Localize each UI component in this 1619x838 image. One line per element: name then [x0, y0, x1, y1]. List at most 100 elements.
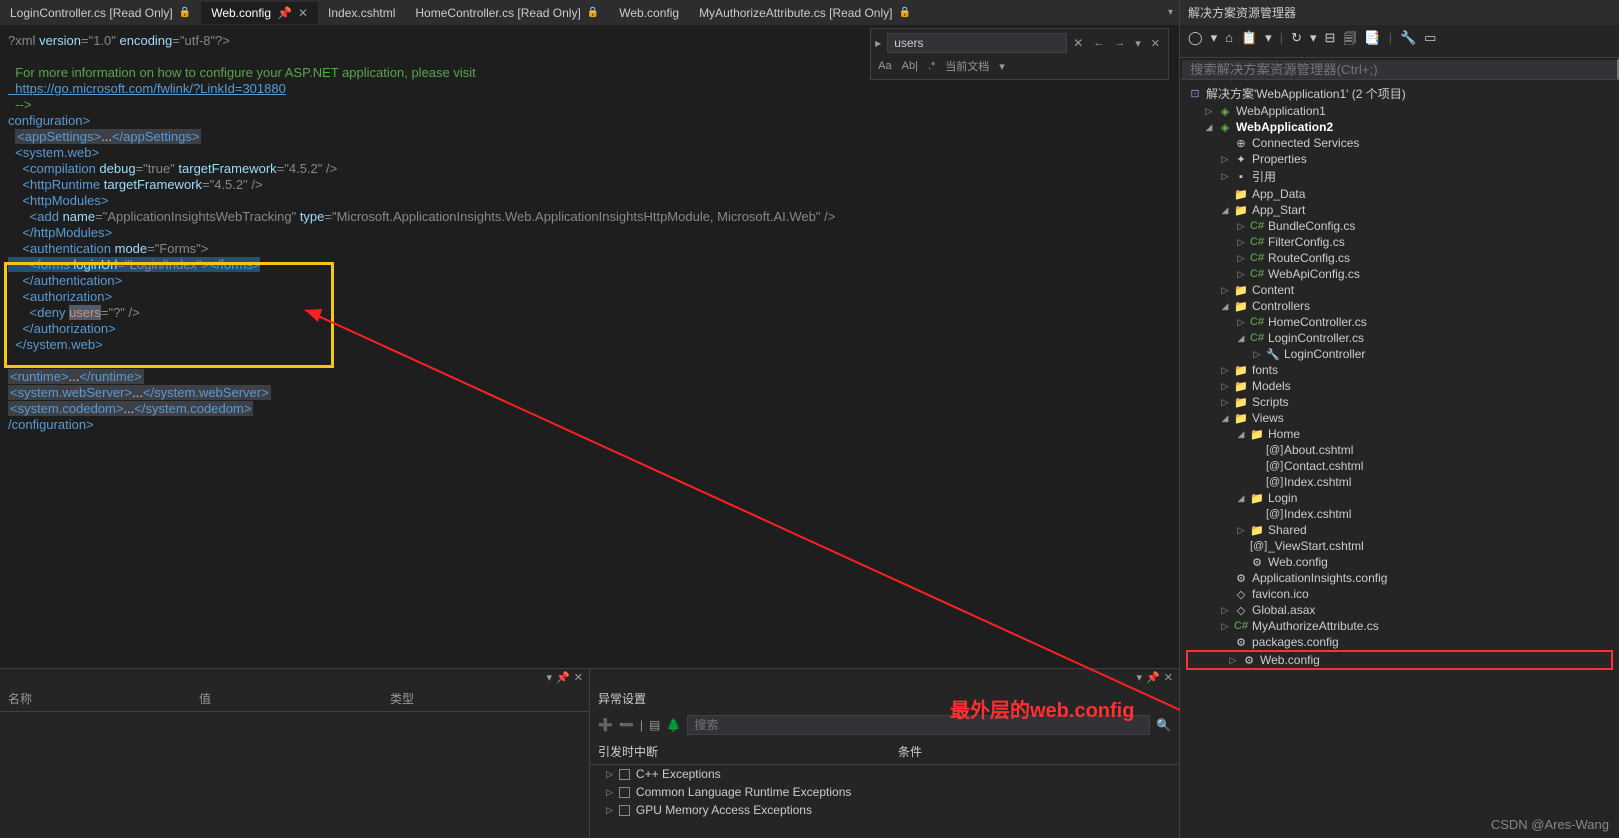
- tree-item-3[interactable]: ▷✦Properties: [1180, 151, 1619, 167]
- panel-dropdown-icon[interactable]: ▾: [1137, 671, 1143, 684]
- scope-dropdown-icon[interactable]: ▾: [996, 59, 1008, 74]
- tab-4[interactable]: Web.config: [609, 2, 689, 24]
- tree-item-34[interactable]: ▷⚙Web.config: [1188, 652, 1611, 668]
- tab-1[interactable]: Web.config📌✕: [201, 2, 318, 24]
- find-close-icon[interactable]: ✕: [1147, 35, 1164, 52]
- search-scope[interactable]: 当前文档: [942, 57, 992, 75]
- view-icon[interactable]: ▭: [1422, 29, 1438, 53]
- expand-icon[interactable]: ◢: [1236, 429, 1246, 440]
- tree-item-27[interactable]: [@]_ViewStart.cshtml: [1180, 538, 1619, 554]
- tree-item-25[interactable]: [@]Index.cshtml: [1180, 506, 1619, 522]
- exception-search[interactable]: [687, 715, 1150, 735]
- tab-5[interactable]: MyAuthorizeAttribute.cs [Read Only]🔒: [689, 2, 921, 24]
- tree-item-22[interactable]: [@]Contact.cshtml: [1180, 458, 1619, 474]
- expand-icon[interactable]: ◢: [1220, 301, 1230, 312]
- expand-icon[interactable]: ▷: [1236, 525, 1246, 536]
- close-icon[interactable]: ✕: [574, 671, 583, 684]
- expand-icon[interactable]: ▷: [1220, 154, 1230, 165]
- tab-dropdown-icon[interactable]: ▾: [1166, 5, 1175, 20]
- expand-icon[interactable]: ◢: [1236, 493, 1246, 504]
- tree-item-8[interactable]: ▷C#FilterConfig.cs: [1180, 234, 1619, 250]
- tree-item-20[interactable]: ◢📁Home: [1180, 426, 1619, 442]
- find-dropdown-icon[interactable]: ▾: [1131, 35, 1145, 52]
- tree-item-2[interactable]: ⊕Connected Services: [1180, 135, 1619, 151]
- tree-item-29[interactable]: ⚙ApplicationInsights.config: [1180, 570, 1619, 586]
- whole-word-icon[interactable]: Ab|: [899, 59, 921, 73]
- refresh-icon[interactable]: ↻: [1289, 29, 1304, 53]
- tree-item-15[interactable]: ▷🔧LoginController: [1180, 346, 1619, 362]
- close-icon[interactable]: ✕: [1164, 671, 1173, 684]
- expand-icon[interactable]: ▷: [1252, 349, 1262, 360]
- sidebar-search[interactable]: [1180, 58, 1619, 80]
- pin-icon[interactable]: 📌: [277, 6, 292, 20]
- expand-icon[interactable]: ▷: [1220, 605, 1230, 616]
- solution-node[interactable]: ⊡解决方案'WebApplication1' (2 个项目): [1180, 84, 1619, 103]
- tab-2[interactable]: Index.cshtml: [318, 2, 405, 24]
- checkbox[interactable]: [619, 787, 630, 798]
- properties-icon[interactable]: 📑: [1362, 29, 1382, 53]
- tree-item-18[interactable]: ▷📁Scripts: [1180, 394, 1619, 410]
- tree-item-17[interactable]: ▷📁Models: [1180, 378, 1619, 394]
- tree-item-5[interactable]: 📁App_Data: [1180, 186, 1619, 202]
- tree-item-9[interactable]: ▷C#RouteConfig.cs: [1180, 250, 1619, 266]
- exception-row-2[interactable]: ▷GPU Memory Access Exceptions: [590, 801, 1179, 819]
- tree-item-14[interactable]: ◢C#LoginController.cs: [1180, 330, 1619, 346]
- close-icon[interactable]: ✕: [298, 6, 308, 20]
- wrench-icon[interactable]: 🔧: [1398, 29, 1418, 53]
- sync-icon[interactable]: 📋: [1239, 29, 1259, 53]
- panel-dropdown-icon[interactable]: ▾: [547, 671, 553, 684]
- tree-item-16[interactable]: ▷📁fonts: [1180, 362, 1619, 378]
- tree-item-28[interactable]: ⚙Web.config: [1180, 554, 1619, 570]
- tree-item-1[interactable]: ◢◈WebApplication2: [1180, 119, 1619, 135]
- pin-icon[interactable]: 📌: [1146, 671, 1160, 684]
- tree-item-24[interactable]: ◢📁Login: [1180, 490, 1619, 506]
- tree-item-6[interactable]: ◢📁App_Start: [1180, 202, 1619, 218]
- collapse-icon[interactable]: ⊟: [1323, 29, 1338, 53]
- expand-icon[interactable]: ▷: [1236, 221, 1246, 232]
- tree-item-7[interactable]: ▷C#BundleConfig.cs: [1180, 218, 1619, 234]
- add-icon[interactable]: ➕: [598, 718, 613, 732]
- clear-icon[interactable]: ✕: [1073, 36, 1083, 50]
- back-icon[interactable]: ◯: [1186, 29, 1205, 53]
- match-case-icon[interactable]: Aa: [875, 59, 894, 73]
- regex-icon[interactable]: .*: [925, 59, 938, 73]
- tree-icon[interactable]: 🌲: [666, 718, 681, 732]
- expand-icon[interactable]: ▸: [875, 36, 881, 50]
- find-input[interactable]: [887, 33, 1067, 53]
- find-next-icon[interactable]: →: [1110, 35, 1129, 52]
- expand-icon[interactable]: ▷: [1220, 365, 1230, 376]
- tree-item-0[interactable]: ▷◈WebApplication1: [1180, 103, 1619, 119]
- home-icon[interactable]: ⌂: [1223, 29, 1235, 53]
- tree-item-31[interactable]: ▷◇Global.asax: [1180, 602, 1619, 618]
- expand-icon[interactable]: ◢: [1220, 413, 1230, 424]
- expand-icon[interactable]: ▷: [1236, 253, 1246, 264]
- tree-item-33[interactable]: ⚙packages.config: [1180, 634, 1619, 650]
- expand-icon[interactable]: ▷: [1228, 655, 1238, 666]
- expand-icon[interactable]: ▷: [606, 805, 613, 816]
- tree-item-23[interactable]: [@]Index.cshtml: [1180, 474, 1619, 490]
- filter-icon[interactable]: ▤: [649, 718, 660, 732]
- exception-row-0[interactable]: ▷C++ Exceptions: [590, 765, 1179, 783]
- expand-icon[interactable]: ▷: [1236, 317, 1246, 328]
- tab-3[interactable]: HomeController.cs [Read Only]🔒: [405, 2, 609, 24]
- fwd-icon[interactable]: ▾: [1209, 29, 1220, 53]
- tree-item-19[interactable]: ◢📁Views: [1180, 410, 1619, 426]
- expand-icon[interactable]: ▷: [1220, 621, 1230, 632]
- expand-icon[interactable]: ▷: [1220, 171, 1230, 182]
- expand-icon[interactable]: ▷: [1220, 397, 1230, 408]
- pin-icon[interactable]: 📌: [556, 671, 570, 684]
- expand-icon[interactable]: ◢: [1220, 205, 1230, 216]
- search-icon[interactable]: 🔍: [1156, 718, 1171, 732]
- tree-item-30[interactable]: ◇favicon.ico: [1180, 586, 1619, 602]
- expand-icon[interactable]: ▷: [1236, 237, 1246, 248]
- tree-item-13[interactable]: ▷C#HomeController.cs: [1180, 314, 1619, 330]
- tree-item-4[interactable]: ▷▪引用: [1180, 167, 1619, 186]
- tab-0[interactable]: LoginController.cs [Read Only]🔒: [0, 2, 201, 24]
- tree-item-21[interactable]: [@]About.cshtml: [1180, 442, 1619, 458]
- expand-icon[interactable]: ▷: [606, 787, 613, 798]
- exception-row-1[interactable]: ▷Common Language Runtime Exceptions: [590, 783, 1179, 801]
- checkbox[interactable]: [619, 805, 630, 816]
- checkbox[interactable]: [619, 769, 630, 780]
- tree-item-11[interactable]: ▷📁Content: [1180, 282, 1619, 298]
- tree-item-32[interactable]: ▷C#MyAuthorizeAttribute.cs: [1180, 618, 1619, 634]
